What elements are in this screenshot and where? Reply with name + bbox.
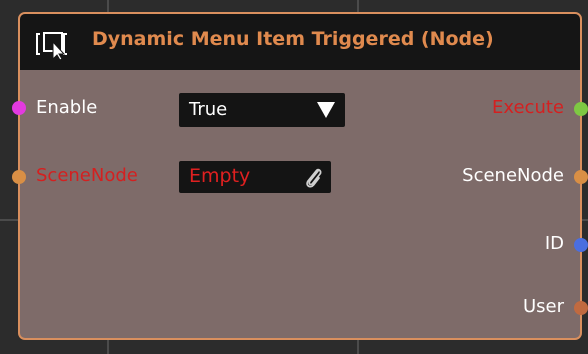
output-pin-scenenode[interactable] (574, 170, 588, 184)
input-pin-enable[interactable] (12, 101, 26, 115)
output-label-execute: Execute (492, 97, 564, 118)
input-label-enable: Enable (36, 97, 98, 118)
output-label-id: ID (544, 233, 564, 254)
output-label-scenenode: SceneNode (462, 165, 564, 186)
enable-dropdown[interactable]: True (179, 93, 345, 127)
input-pin-scenenode[interactable] (12, 170, 26, 184)
paperclip-icon[interactable] (303, 166, 323, 188)
node[interactable]: Dynamic Menu Item Triggered (Node) Enabl… (12, 12, 588, 340)
output-pin-user[interactable] (574, 301, 588, 315)
enable-dropdown-value: True (189, 99, 228, 120)
node-title: Dynamic Menu Item Triggered (Node) (92, 28, 494, 50)
menu-click-icon (36, 32, 67, 60)
scenenode-object-field[interactable]: Empty (179, 161, 331, 193)
node-header[interactable]: Dynamic Menu Item Triggered (Node) (20, 14, 580, 70)
scenenode-field-value: Empty (189, 165, 251, 187)
output-pin-id[interactable] (574, 238, 588, 252)
output-pin-execute[interactable] (574, 102, 588, 116)
triangle-down-icon (317, 102, 335, 118)
input-label-scenenode: SceneNode (36, 165, 138, 186)
output-label-user: User (522, 296, 564, 317)
